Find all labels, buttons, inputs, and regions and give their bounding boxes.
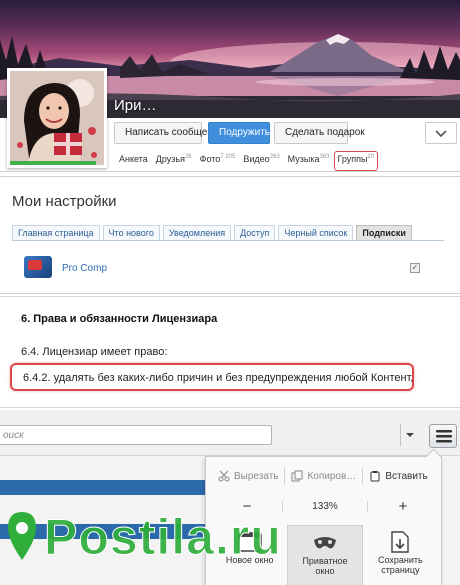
settings-panel: Мои настройки Главная страница Что новог… bbox=[0, 176, 460, 294]
befriend-button[interactable]: Подружиться bbox=[208, 122, 280, 144]
zoom-level[interactable]: 133% bbox=[282, 500, 368, 512]
private-mask-icon bbox=[314, 537, 336, 549]
clipboard-icon bbox=[370, 471, 380, 482]
profile-tab-groups[interactable]: Группы20 bbox=[333, 151, 379, 171]
profile-panel: Ири… Написать сообщение Подружиться Сдел… bbox=[0, 0, 460, 172]
avatar[interactable] bbox=[7, 68, 107, 168]
save-page-icon bbox=[391, 531, 410, 553]
paste-button[interactable]: Вставить bbox=[363, 465, 433, 487]
open-menu-button[interactable] bbox=[429, 424, 457, 448]
app-name-link[interactable]: Pro Comp bbox=[62, 263, 107, 274]
zoom-in-button[interactable]: + bbox=[368, 498, 438, 515]
save-page-button[interactable]: Сохранить страницу bbox=[363, 525, 438, 585]
hamburger-icon bbox=[436, 430, 452, 443]
new-window-button[interactable]: Новое окно bbox=[212, 525, 287, 585]
search-box[interactable] bbox=[0, 425, 272, 445]
subsection-text: 6.4. Лицензиар имеет право: bbox=[21, 346, 168, 358]
highlighted-clause-text: 6.4.2. удалять без каких-либо причин и б… bbox=[23, 372, 414, 384]
zoom-out-button[interactable]: − bbox=[212, 498, 282, 515]
settings-tab-notifications[interactable]: Уведомления bbox=[162, 225, 232, 240]
browser-toolbar bbox=[0, 410, 460, 456]
settings-tab-home[interactable]: Главная страница bbox=[12, 225, 100, 240]
section-heading: 6. Права и обязанности Лицензиара bbox=[21, 313, 218, 325]
scissors-icon bbox=[218, 470, 230, 482]
page-content-bar bbox=[0, 480, 205, 495]
copy-button[interactable]: Копиров… bbox=[285, 465, 362, 487]
settings-tabs: Главная страница Что нового Уведомления … bbox=[12, 225, 444, 241]
profile-completion-bar bbox=[10, 161, 97, 165]
copy-icon bbox=[291, 470, 303, 482]
settings-title: Мои настройки bbox=[12, 193, 117, 210]
search-input[interactable] bbox=[0, 426, 271, 444]
settings-tab-blacklist[interactable]: Черный список bbox=[278, 225, 354, 240]
page-content-bar bbox=[0, 524, 205, 539]
highlighted-clause-box: 6.4.2. удалять без каких-либо причин и б… bbox=[10, 363, 414, 391]
profile-tab-music[interactable]: Музыка363 bbox=[284, 151, 334, 171]
toolbar-divider bbox=[400, 424, 401, 446]
profile-name: Ири… bbox=[114, 97, 157, 114]
app-laptop-icon bbox=[24, 256, 52, 278]
more-actions-button[interactable] bbox=[425, 122, 457, 144]
settings-tab-whats-new[interactable]: Что нового bbox=[102, 225, 160, 240]
dropdown-arrow-icon[interactable] bbox=[405, 432, 415, 438]
write-message-button[interactable]: Написать сообщение bbox=[114, 122, 224, 144]
zoom-controls: − 133% + bbox=[212, 495, 438, 517]
license-panel: 6. Права и обязанности Лицензиара 6.4. Л… bbox=[0, 296, 460, 408]
browser-panel: Вырезать Копиров… Вставить − 133 bbox=[0, 410, 460, 585]
browser-menu: Вырезать Копиров… Вставить − 133% + Ново… bbox=[205, 456, 442, 585]
profile-tabs: Анкета Друзья26 Фото7 205 Видео263 Музык… bbox=[115, 151, 379, 171]
subscription-checkbox[interactable]: ✓ bbox=[410, 263, 420, 273]
profile-tab-friends[interactable]: Друзья26 bbox=[152, 151, 196, 171]
private-window-button[interactable]: Приватное окно bbox=[287, 525, 363, 585]
edit-controls-row: Вырезать Копиров… Вставить bbox=[212, 465, 438, 487]
profile-tab-photos[interactable]: Фото7 205 bbox=[196, 151, 240, 171]
menu-tiles: Новое окно Приватное окно Сохранить стра bbox=[212, 525, 438, 585]
settings-tab-access[interactable]: Доступ bbox=[234, 225, 276, 240]
cut-button[interactable]: Вырезать bbox=[212, 465, 284, 487]
profile-tab-videos[interactable]: Видео263 bbox=[239, 151, 283, 171]
settings-tab-subscriptions[interactable]: Подписки bbox=[356, 225, 412, 240]
new-window-icon bbox=[237, 532, 262, 552]
send-gift-button[interactable]: Сделать подарок bbox=[274, 122, 365, 144]
chevron-down-icon bbox=[435, 130, 447, 138]
profile-tab-about[interactable]: Анкета bbox=[115, 151, 152, 171]
profile-photo bbox=[10, 71, 104, 165]
